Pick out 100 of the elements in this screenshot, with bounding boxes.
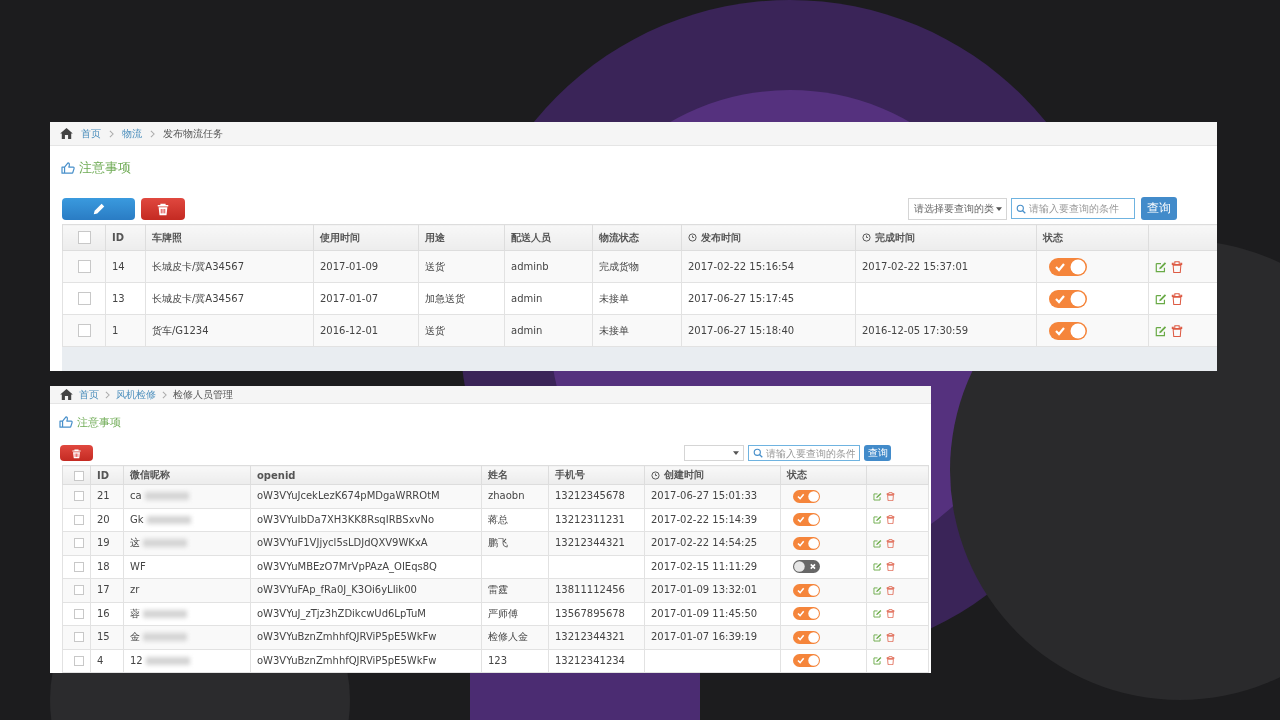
breadcrumb-link[interactable]: 风机检修 — [116, 387, 156, 402]
edit-icon[interactable] — [1155, 292, 1167, 305]
edit-icon[interactable] — [873, 585, 882, 595]
row-checkbox[interactable] — [74, 514, 84, 525]
table-cell: oW3VYuJ_zTjz3hZDikcwUd6LpTuM — [250, 602, 482, 626]
trash-icon[interactable] — [886, 538, 895, 548]
toggle-switch[interactable] — [793, 560, 820, 574]
table-cell: 加急送货 — [418, 282, 505, 315]
table-cell: adminb — [504, 250, 593, 283]
edit-button[interactable] — [62, 198, 135, 220]
trash-icon — [156, 202, 170, 216]
select-all-checkbox[interactable] — [74, 470, 84, 481]
home-icon[interactable] — [60, 128, 73, 139]
row-checkbox[interactable] — [78, 324, 91, 337]
toggle-switch[interactable] — [793, 654, 820, 668]
trash-icon[interactable] — [1171, 292, 1183, 305]
table-cell: 13811112456 — [548, 578, 645, 602]
search-field[interactable]: 请输入要查询的条件 — [1011, 198, 1135, 219]
toggle-switch[interactable] — [1049, 321, 1087, 340]
edit-icon[interactable] — [873, 562, 882, 572]
toggle-switch[interactable] — [793, 513, 820, 527]
delete-button[interactable] — [60, 445, 93, 461]
edit-icon[interactable] — [873, 609, 882, 619]
row-checkbox[interactable] — [74, 491, 84, 502]
breadcrumb-current: 检修人员管理 — [173, 387, 233, 402]
column-header: 状态 — [780, 465, 867, 485]
caret-icon — [733, 451, 739, 455]
row-checkbox[interactable] — [78, 292, 91, 305]
row-checkbox[interactable] — [74, 608, 84, 619]
table-cell: 12 — [130, 654, 143, 666]
trash-icon[interactable] — [886, 609, 895, 619]
edit-icon[interactable] — [1155, 260, 1167, 273]
home-icon[interactable] — [60, 389, 73, 400]
trash-icon[interactable] — [886, 656, 895, 666]
trash-icon[interactable] — [886, 515, 895, 525]
trash-icon[interactable] — [886, 585, 895, 595]
breadcrumb-link[interactable]: 首页 — [79, 387, 99, 402]
table-cell: 2017-02-22 15:16:54 — [681, 250, 856, 283]
breadcrumb-link[interactable]: 物流 — [122, 126, 142, 141]
toggle-switch[interactable] — [793, 489, 820, 503]
row-checkbox[interactable] — [78, 260, 91, 273]
type-select[interactable] — [684, 445, 744, 461]
table-cell: 2017-02-22 14:54:25 — [644, 531, 781, 555]
table-cell: 未接单 — [592, 314, 682, 347]
table-cell: 2017-01-09 — [313, 250, 419, 283]
row-checkbox[interactable] — [74, 561, 84, 572]
table-cell: 2017-02-22 15:37:01 — [855, 250, 1037, 283]
clock-icon — [862, 233, 871, 242]
toggle-switch[interactable] — [793, 630, 820, 644]
trash-icon[interactable] — [1171, 324, 1183, 337]
row-checkbox[interactable] — [74, 655, 84, 666]
table-cell: 2017-01-09 13:32:01 — [644, 578, 781, 602]
edit-icon[interactable] — [873, 538, 882, 548]
table-cell: 这 — [130, 537, 140, 549]
edit-icon[interactable] — [1155, 324, 1167, 337]
trash-icon[interactable] — [886, 491, 895, 501]
column-header: 物流状态 — [592, 224, 682, 251]
table-cell: admin — [504, 314, 593, 347]
edit-icon[interactable] — [873, 515, 882, 525]
row-checkbox[interactable] — [74, 632, 84, 643]
edit-icon[interactable] — [873, 491, 882, 501]
edit-icon[interactable] — [873, 656, 882, 666]
trash-icon — [71, 447, 82, 459]
trash-icon[interactable] — [1171, 260, 1183, 273]
toggle-switch[interactable] — [1049, 257, 1087, 276]
edit-icon[interactable] — [873, 632, 882, 642]
query-button[interactable]: 查询 — [864, 445, 891, 461]
select-all-checkbox[interactable] — [78, 231, 91, 244]
toggle-switch[interactable] — [793, 607, 820, 621]
trash-icon[interactable] — [886, 632, 895, 642]
column-header: 发布时间 — [681, 224, 856, 251]
search-field[interactable]: 请输入要查询的条件 — [748, 445, 860, 461]
table-cell: 2017-01-07 16:39:19 — [644, 625, 781, 649]
search-icon — [753, 448, 763, 458]
column-header: 创建时间 — [644, 465, 781, 485]
query-button[interactable]: 查询 — [1141, 197, 1177, 220]
table-cell: zr — [130, 584, 140, 596]
column-header: 用途 — [418, 224, 505, 251]
row-checkbox[interactable] — [74, 538, 84, 549]
table-cell: 2017-06-27 15:01:33 — [644, 484, 781, 508]
chevron-icon — [150, 129, 155, 138]
table-cell: 蓉 — [130, 607, 140, 619]
column-header: ID — [90, 465, 124, 485]
table-cell: 2017-01-09 11:45:50 — [644, 602, 781, 626]
search-icon — [1016, 203, 1026, 214]
table-cell: 长城皮卡/冀A34567 — [145, 250, 314, 283]
table-cell: 2016-12-01 — [313, 314, 419, 347]
toggle-switch[interactable] — [793, 583, 820, 597]
breadcrumb-link[interactable]: 首页 — [81, 126, 101, 141]
toggle-switch[interactable] — [1049, 289, 1087, 308]
delete-button[interactable] — [141, 198, 185, 220]
clock-icon — [651, 470, 660, 480]
table-cell: 送货 — [418, 314, 505, 347]
table-cell: oW3VYuBznZmhhfQJRViP5pE5WkFw — [250, 649, 482, 673]
row-checkbox[interactable] — [74, 585, 84, 596]
type-select[interactable]: 请选择要查询的类 — [908, 197, 1007, 220]
chevron-icon — [105, 390, 110, 399]
trash-icon[interactable] — [886, 562, 895, 572]
table-cell: Gk — [130, 513, 144, 525]
toggle-switch[interactable] — [793, 536, 820, 550]
